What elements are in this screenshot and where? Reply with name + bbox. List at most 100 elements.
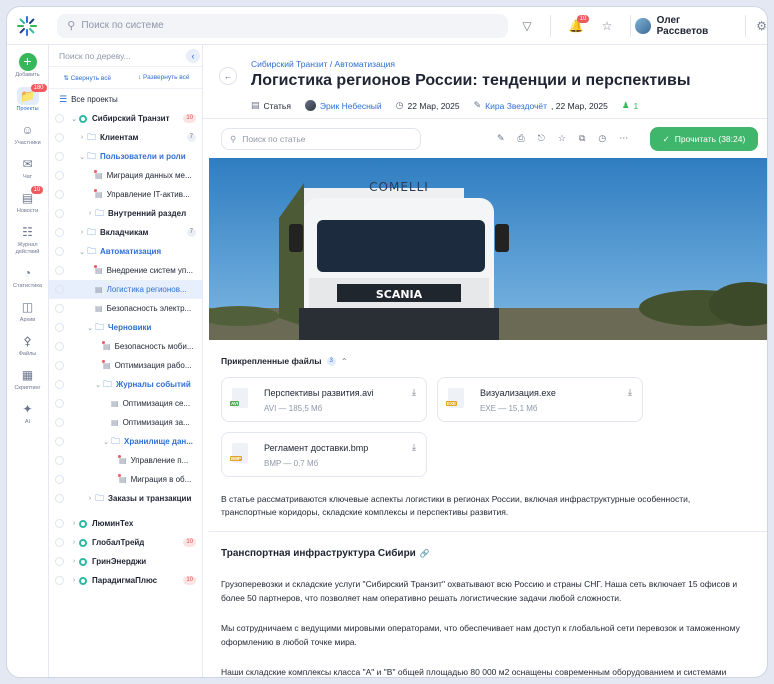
rail-item-2[interactable]: ☺ Участники [7,121,49,147]
row-checkbox[interactable] [55,114,64,123]
chevron-down-icon[interactable]: ⌄ [77,153,87,161]
attached-file-card[interactable]: AVI Перспективы развития.avi AVI — 185,5 М… [221,377,427,422]
star-icon[interactable]: ☆ [558,133,566,144]
link-icon[interactable]: 🔗 [420,549,430,558]
tree-document[interactable]: ▤ Оптимизация за... [49,413,202,432]
tree-project[interactable]: › ГринЭнерджи [49,552,202,571]
tree-project[interactable]: › ПарадигмаПлюс 10 [49,571,202,590]
tree-document[interactable]: ▤ Управление IT-актив... [49,185,202,204]
tree-document[interactable]: ▤ Внедрение систем уп... [49,261,202,280]
rail-item-3[interactable]: ✉ Чат [7,155,49,181]
expand-all-button[interactable]: ↕ Развернуть всё [126,74,203,81]
row-checkbox[interactable] [55,557,64,566]
back-button[interactable]: ← [219,67,237,85]
tree-folder[interactable]: ⌄ 🗀 Черновики [49,318,202,337]
article-search-input[interactable]: ⚲ Поиск по статье [221,128,421,150]
row-checkbox[interactable] [55,266,64,275]
author-link[interactable]: Эрик Небесный [320,101,382,111]
chevron-right-icon[interactable]: › [85,495,95,502]
chevron-right-icon[interactable]: › [69,539,79,546]
rail-item-5[interactable]: ☷ Журнал действий [7,223,49,256]
download-icon[interactable]: ⤓ [412,442,416,453]
tree-search-input[interactable]: Поиск по дереву... ‹ [49,45,202,67]
tree-folder[interactable]: ⌄ 🗀 Журналы событий [49,375,202,394]
tree-document[interactable]: ▤ Безопасность электр... [49,299,202,318]
settings-gear-icon[interactable]: ⚙ [756,19,767,33]
row-checkbox[interactable] [55,456,64,465]
copy-icon[interactable]: ⧉ [579,133,585,144]
chevron-right-icon[interactable]: › [69,558,79,565]
row-checkbox[interactable] [55,399,64,408]
tree-folder[interactable]: › 🗀 Заказы и транзакции [49,489,202,508]
chevron-up-icon[interactable]: ⌃ [341,357,348,366]
print-icon[interactable]: ⎙ [518,133,525,144]
chevron-right-icon[interactable]: › [77,134,87,141]
app-logo[interactable] [7,15,47,37]
rail-item-9[interactable]: ▦ Скриптинг [7,366,49,392]
breadcrumb[interactable]: Сибирский Транзит / Автоматизация [251,59,395,69]
edit-icon[interactable]: ✎ [497,133,505,144]
chevron-down-icon[interactable]: ⌄ [101,438,111,446]
row-checkbox[interactable] [55,342,64,351]
all-projects-item[interactable]: ☰ Все проекты [49,89,202,109]
rail-item-1[interactable]: 📁 180 Проекты [7,84,49,113]
chevron-down-icon[interactable]: ⌄ [93,381,103,389]
row-checkbox[interactable] [55,247,64,256]
row-checkbox[interactable] [55,519,64,528]
tree-project[interactable]: › ГлобалТрейд 10 [49,533,202,552]
tree-folder[interactable]: ⌄ 🗀 Пользователи и роли [49,147,202,166]
chevron-down-icon[interactable]: ⌄ [69,115,79,123]
editor-link[interactable]: Кира Звездочёт [485,101,547,111]
read-button[interactable]: ✓ Прочитать (38:24) [650,127,758,151]
chevron-right-icon[interactable]: › [85,210,95,217]
tree-document[interactable]: ▤ Оптимизация се... [49,394,202,413]
row-checkbox[interactable] [55,494,64,503]
tree-document[interactable]: ▤ Безопасность моби... [49,337,202,356]
row-checkbox[interactable] [55,152,64,161]
row-checkbox[interactable] [55,285,64,294]
row-checkbox[interactable] [55,304,64,313]
star-icon[interactable]: ☆ [602,19,613,33]
chevron-down-icon[interactable]: ⌄ [77,248,87,256]
more-icon[interactable]: ⋯ [619,133,628,144]
row-checkbox[interactable] [55,209,64,218]
user-menu[interactable]: Олег Рассветов [635,15,731,37]
row-checkbox[interactable] [55,133,64,142]
rail-item-0[interactable]: + Добавить [7,53,49,79]
tree-document[interactable]: ▤ Логистика регионов... [49,280,202,299]
row-checkbox[interactable] [55,380,64,389]
tree-folder[interactable]: › 🗀 Клиентам 7 [49,128,202,147]
row-checkbox[interactable] [55,538,64,547]
tree-document[interactable]: ▤ Миграция в об... [49,470,202,489]
row-checkbox[interactable] [55,228,64,237]
lock-icon[interactable]: ⎋ [538,133,545,144]
rail-item-6[interactable]: ◔ Статистика [7,264,49,290]
filter-icon[interactable]: ▽ [522,19,531,33]
participants-count[interactable]: 1 [633,101,638,111]
collapse-panel-button[interactable]: ‹ [186,49,200,63]
bell-icon[interactable]: 🔔 10 [569,14,590,33]
rail-item-4[interactable]: ▤ 10 Новости [7,186,49,215]
collapse-all-button[interactable]: ⇅ Свернуть всё [49,74,126,82]
tree-project[interactable]: › ЛюминТех [49,514,202,533]
tree-folder[interactable]: › 🗀 Внутренний раздел [49,204,202,223]
attached-files-header[interactable]: Прикрепленные файлы 3 ⌃ [221,356,348,366]
tree-folder[interactable]: › 🗀 Вкладчикам 7 [49,223,202,242]
attached-file-card[interactable]: BMP Регламент доставки.bmp BMP — 0,7 Мб ⤓ [221,432,427,477]
tree-document[interactable]: ▤ Управление п... [49,451,202,470]
tree-project[interactable]: ⌄ Сибирский Транзит 10 [49,109,202,128]
row-checkbox[interactable] [55,418,64,427]
tree-folder[interactable]: ⌄ 🗀 Автоматизация [49,242,202,261]
download-icon[interactable]: ⤓ [412,387,416,398]
rail-item-10[interactable]: ✦ AI [7,400,49,426]
global-search-input[interactable]: ⚲ Поиск по системе [57,13,509,38]
row-checkbox[interactable] [55,190,64,199]
row-checkbox[interactable] [55,475,64,484]
row-checkbox[interactable] [55,323,64,332]
chevron-right-icon[interactable]: › [69,577,79,584]
row-checkbox[interactable] [55,171,64,180]
chevron-right-icon[interactable]: › [69,520,79,527]
tree-document[interactable]: ▤ Оптимизация рабо... [49,356,202,375]
chevron-right-icon[interactable]: › [77,229,87,236]
chevron-down-icon[interactable]: ⌄ [85,324,95,332]
